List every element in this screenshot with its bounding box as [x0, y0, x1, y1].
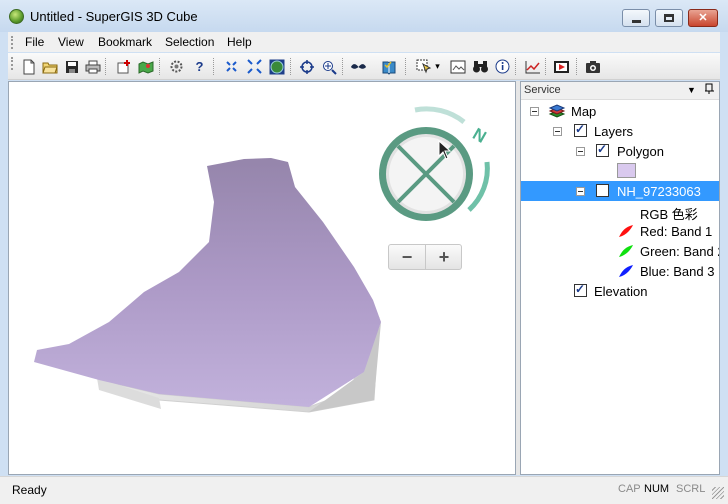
tree-label-blue-band: Blue: Band 3: [640, 264, 715, 279]
tree-item-red-band[interactable]: Red: Band 1: [521, 221, 719, 241]
tree-label-raster: NH_97233063: [617, 184, 701, 199]
select-arrow-icon[interactable]: [415, 58, 432, 75]
maximize-button[interactable]: [655, 9, 683, 27]
app-globe-icon[interactable]: [9, 9, 24, 24]
toolbar-separator: [213, 58, 215, 75]
dropdown-arrow-icon[interactable]: ▾: [433, 58, 442, 75]
settings-gear-icon[interactable]: [168, 58, 185, 75]
menu-selection[interactable]: Selection: [165, 35, 214, 49]
toolbar-separator: [105, 58, 107, 75]
tree-item-rgb: RGB 色彩: [521, 201, 719, 222]
save-icon[interactable]: [63, 58, 80, 75]
collapse-toggle[interactable]: [553, 127, 562, 136]
scroll-lock-indicator: SCRL: [676, 483, 706, 495]
polygon-symbol-swatch[interactable]: [617, 163, 636, 178]
tree-item-map[interactable]: Map: [521, 101, 719, 121]
tree-label-polygon: Polygon: [617, 144, 664, 159]
help-icon[interactable]: ?: [191, 58, 208, 75]
open-folder-icon[interactable]: [41, 58, 58, 75]
frame-icon[interactable]: [449, 58, 466, 75]
add-layer-icon[interactable]: [115, 58, 132, 75]
tree-item-raster-selected[interactable]: NH_97233063: [521, 181, 719, 201]
panel-header: Service ▼: [521, 82, 719, 100]
toolbar: ? ▾: [8, 53, 720, 80]
zoom-out-fixed-icon[interactable]: [246, 58, 263, 75]
blue-band-symbol-icon: [619, 265, 633, 277]
toolbar-grip[interactable]: [11, 57, 15, 70]
map-3d-view[interactable]: N − +: [8, 81, 516, 475]
tree-label-red-band: Red: Band 1: [640, 224, 713, 239]
record-video-icon[interactable]: [553, 58, 570, 75]
green-band-symbol-icon: [619, 245, 633, 257]
profile-chart-icon[interactable]: [524, 58, 541, 75]
resize-grip[interactable]: [712, 487, 724, 499]
service-panel: Service ▼ Map Layers Polygon: [520, 81, 720, 475]
collapse-toggle[interactable]: [530, 107, 539, 116]
layers-visibility-checkbox[interactable]: [574, 122, 587, 137]
close-button[interactable]: ✕: [688, 9, 718, 27]
toolbar-separator: [159, 58, 161, 75]
tree-item-blue-band[interactable]: Blue: Band 3: [521, 261, 719, 281]
minimize-button[interactable]: [622, 9, 650, 27]
elevation-visibility-checkbox[interactable]: [574, 282, 587, 297]
zoom-tool-icon[interactable]: [320, 58, 337, 75]
toolbar-separator: [515, 58, 517, 75]
binoculars-icon[interactable]: [472, 58, 489, 75]
add-data-icon[interactable]: [137, 58, 154, 75]
tree-item-elevation[interactable]: Elevation: [521, 281, 719, 301]
window-title: Untitled - SuperGIS 3D Cube: [30, 9, 198, 24]
caps-lock-indicator: CAP: [618, 483, 641, 495]
raster-visibility-checkbox[interactable]: [596, 184, 609, 197]
tree-item-green-band[interactable]: Green: Band 2: [521, 241, 719, 261]
menu-help[interactable]: Help: [227, 35, 252, 49]
toolbar-separator: [545, 58, 547, 75]
toolbar-separator: [576, 58, 578, 75]
tree-label-map: Map: [571, 104, 597, 119]
zoom-out-button[interactable]: −: [389, 245, 426, 269]
red-band-symbol-icon: [619, 225, 633, 237]
fly-icon[interactable]: [350, 58, 367, 75]
panel-pin-icon[interactable]: [704, 83, 715, 97]
mouse-cursor-icon: [438, 140, 452, 160]
tree-label-green-band: Green: Band 2: [640, 244, 720, 259]
num-lock-indicator: NUM: [644, 483, 670, 495]
zoom-in-button[interactable]: +: [426, 245, 462, 269]
navigation-compass[interactable]: N: [369, 102, 499, 232]
camera-icon[interactable]: [584, 58, 601, 75]
title-bar[interactable]: Untitled - SuperGIS 3D Cube ✕: [0, 0, 728, 32]
tree-label-layers: Layers: [594, 124, 634, 139]
toolbar-separator: [290, 58, 292, 75]
map-layers-icon: [548, 104, 566, 118]
info-icon[interactable]: [494, 58, 511, 75]
toolbar-separator: [342, 58, 344, 75]
new-document-icon[interactable]: [20, 58, 37, 75]
status-text: Ready: [12, 483, 47, 497]
print-icon[interactable]: [84, 58, 101, 75]
toolbar-separator: [405, 58, 407, 75]
zoom-control: − +: [388, 244, 462, 270]
minimize-icon: [632, 20, 641, 23]
tree-item-layers[interactable]: Layers: [521, 121, 719, 141]
tree-label-elevation: Elevation: [594, 284, 648, 299]
menu-file[interactable]: File: [25, 35, 44, 49]
navigate-icon[interactable]: [298, 58, 315, 75]
menu-view[interactable]: View: [58, 35, 84, 49]
application-window: Untitled - SuperGIS 3D Cube ✕ File View …: [0, 0, 728, 504]
collapse-toggle[interactable]: [576, 147, 585, 156]
full-extent-globe-icon[interactable]: [268, 58, 285, 75]
tree-item-polygon[interactable]: Polygon: [521, 141, 719, 161]
menu-bookmark[interactable]: Bookmark: [98, 35, 152, 49]
status-bar: Ready CAP NUM SCRL: [0, 476, 728, 504]
zoom-in-fixed-icon[interactable]: [223, 58, 240, 75]
collapse-toggle[interactable]: [576, 187, 585, 196]
menu-bar: File View Bookmark Selection Help: [8, 32, 720, 52]
maximize-icon: [664, 14, 674, 22]
panel-dropdown-icon[interactable]: ▼: [687, 85, 696, 95]
menubar-grip[interactable]: [11, 36, 15, 49]
identify-book-icon[interactable]: [380, 58, 397, 75]
panel-title: Service: [524, 84, 561, 96]
close-icon: ✕: [698, 12, 708, 24]
polygon-visibility-checkbox[interactable]: [596, 142, 609, 157]
